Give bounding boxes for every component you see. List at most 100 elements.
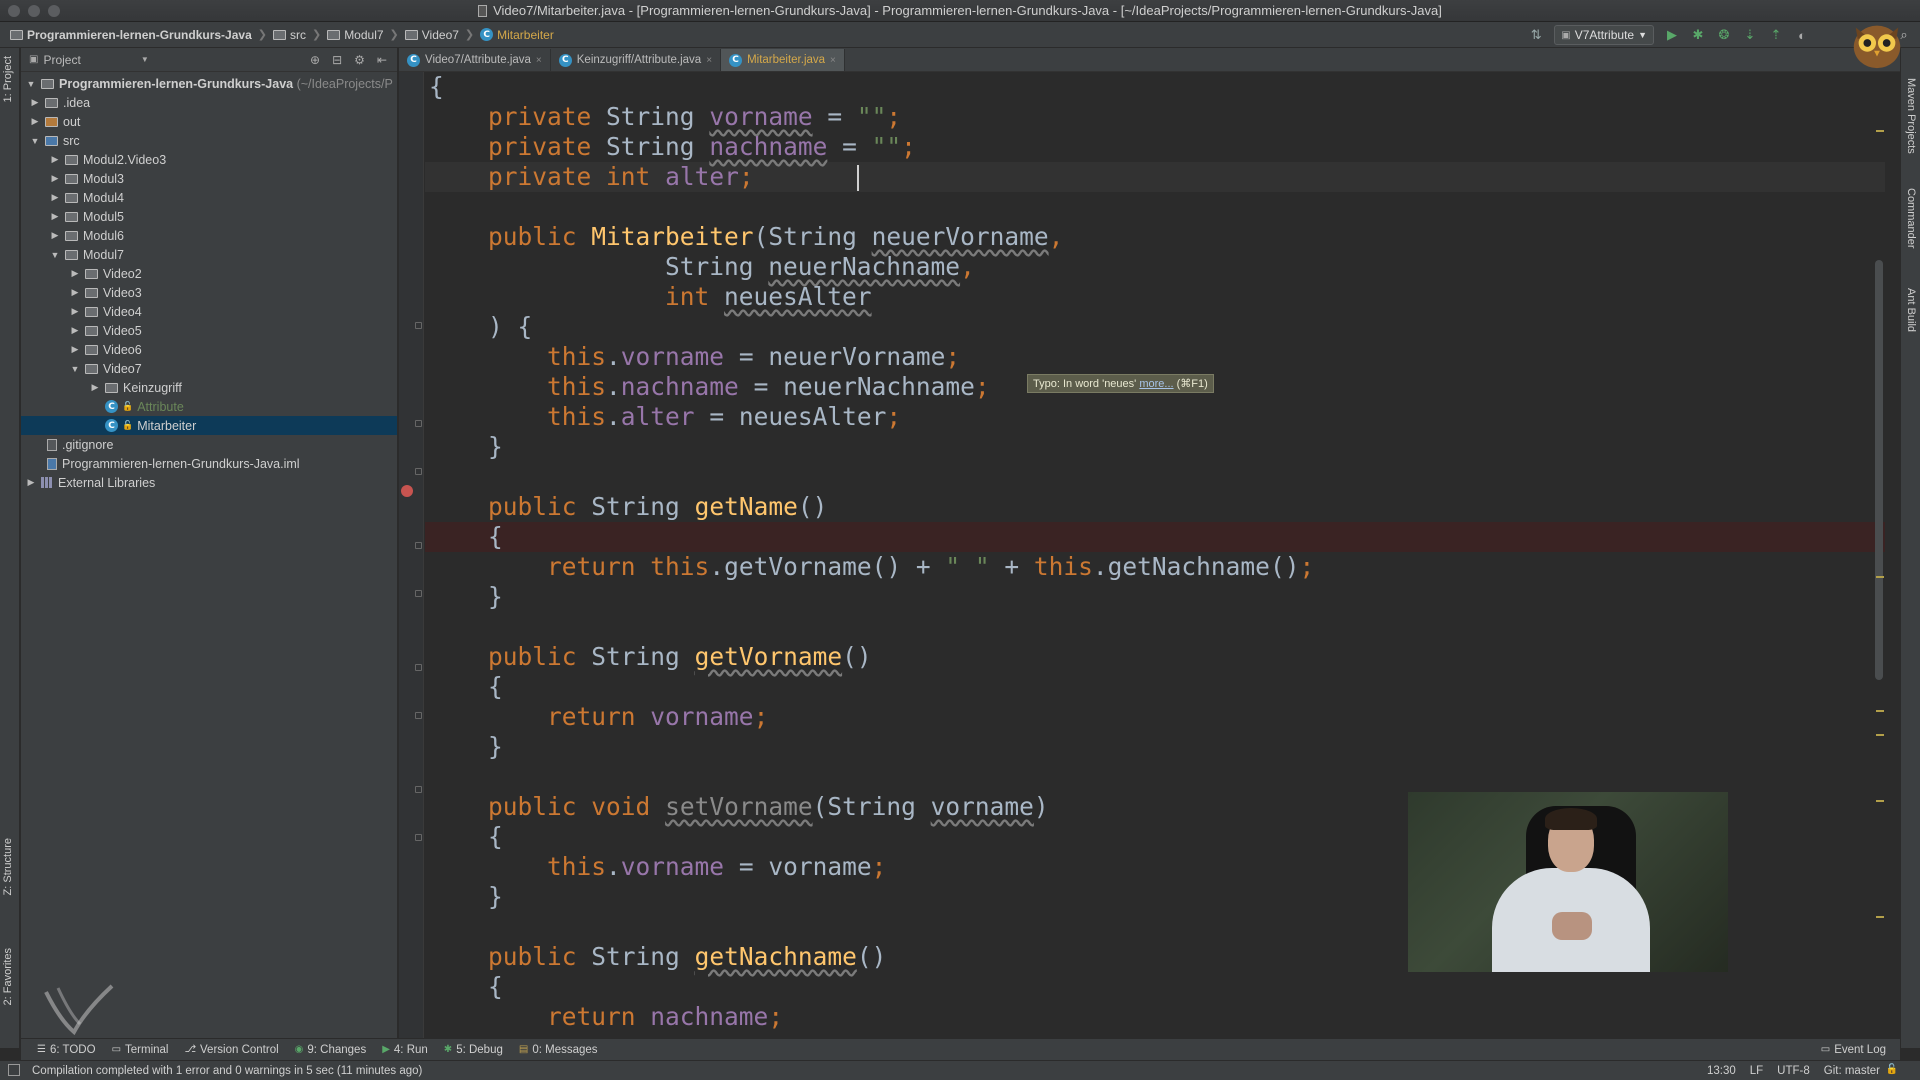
chevron-down-icon[interactable]: ▼: [25, 79, 37, 89]
tab-maven-projects[interactable]: Maven Projects: [1905, 78, 1917, 154]
chevron-right-icon[interactable]: ▶: [69, 306, 81, 317]
play-icon[interactable]: ▶: [1664, 27, 1680, 43]
close-icon[interactable]: ×: [830, 55, 836, 66]
tooltip-more-link[interactable]: more...: [1139, 378, 1173, 390]
fold-marker[interactable]: [415, 420, 422, 427]
tree-item-modul7[interactable]: ▼ Modul7: [21, 245, 397, 264]
line-separator[interactable]: LF: [1750, 1065, 1763, 1077]
collapse-all-icon[interactable]: ⊟: [332, 53, 342, 67]
run-configuration-selector[interactable]: ▣ V7Attribute ▼: [1554, 25, 1654, 45]
chevron-down-icon[interactable]: ▼: [141, 55, 149, 64]
scrollbar-thumb[interactable]: [1875, 260, 1883, 680]
caret-position[interactable]: 13:30: [1707, 1065, 1736, 1077]
fold-marker[interactable]: [415, 834, 422, 841]
warning-marker[interactable]: [1876, 710, 1884, 712]
tab-structure-tool[interactable]: Z: Structure: [2, 838, 14, 895]
tree-item-gitignore[interactable]: .gitignore: [21, 435, 397, 454]
hide-panel-icon[interactable]: ⇤: [377, 53, 387, 67]
close-icon[interactable]: ×: [706, 55, 712, 66]
breadcrumb-modul7[interactable]: Modul7: [327, 28, 384, 42]
chevron-down-icon[interactable]: ▼: [69, 364, 81, 374]
breadcrumb-src[interactable]: src: [272, 28, 306, 42]
vcs-update-icon[interactable]: ⇣: [1742, 27, 1758, 43]
fold-marker[interactable]: [415, 468, 422, 475]
fold-marker[interactable]: [415, 322, 422, 329]
tree-item-modul5[interactable]: ▶ Modul5: [21, 207, 397, 226]
tab-keinzugriff-attribute[interactable]: C Keinzugriff/Attribute.java ×: [551, 49, 722, 71]
tab-messages[interactable]: ▤ 0: Messages: [519, 1044, 598, 1056]
vcs-commit-icon[interactable]: ⇡: [1768, 27, 1784, 43]
chevron-down-icon[interactable]: ▼: [29, 136, 41, 146]
tab-mitarbeiter[interactable]: C Mitarbeiter.java ×: [721, 49, 845, 71]
breadcrumb-mitarbeiter[interactable]: C Mitarbeiter: [480, 28, 554, 42]
breadcrumb-video7[interactable]: Video7: [404, 28, 459, 42]
tree-item-src[interactable]: ▼ src: [21, 131, 397, 150]
chevron-right-icon[interactable]: ▶: [49, 230, 61, 241]
settings-icon[interactable]: ◐: [1794, 27, 1810, 43]
fold-marker[interactable]: [415, 542, 422, 549]
tree-item-mitarbeiter[interactable]: C 🔓 Mitarbeiter: [21, 416, 397, 435]
zoom-window-button[interactable]: [48, 5, 60, 17]
breadcrumb-project[interactable]: Programmieren-lernen-Grundkurs-Java: [10, 28, 252, 42]
close-window-button[interactable]: [8, 5, 20, 17]
tab-ant-build[interactable]: Ant Build: [1905, 288, 1917, 332]
git-branch[interactable]: Git: master: [1824, 1065, 1880, 1077]
warning-marker[interactable]: [1876, 800, 1884, 802]
window-controls[interactable]: [8, 5, 60, 17]
warning-marker[interactable]: [1876, 130, 1884, 132]
tab-project-tool[interactable]: 1: Project: [2, 56, 14, 102]
warning-marker[interactable]: [1876, 734, 1884, 736]
tree-item-iml[interactable]: Programmieren-lernen-Grundkurs-Java.iml: [21, 454, 397, 473]
tree-item-root[interactable]: ▼ Programmieren-lernen-Grundkurs-Java (~/…: [21, 74, 397, 93]
tab-favorites-tool[interactable]: 2: Favorites: [2, 948, 14, 1005]
tree-item-keinzugriff[interactable]: ▶ Keinzugriff: [21, 378, 397, 397]
tab-todo[interactable]: ☰ 6: TODO: [37, 1044, 96, 1056]
tree-item-external-libraries[interactable]: ▶ External Libraries: [21, 473, 397, 492]
tree-item-video4[interactable]: ▶ Video4: [21, 302, 397, 321]
tab-run[interactable]: ▶ 4: Run: [382, 1044, 428, 1056]
tree-item-modul6[interactable]: ▶ Modul6: [21, 226, 397, 245]
chevron-right-icon[interactable]: ▶: [29, 97, 41, 108]
tree-item-attribute[interactable]: C 🔓 Attribute: [21, 397, 397, 416]
breakpoint-icon[interactable]: [401, 485, 413, 497]
locate-icon[interactable]: ⊕: [310, 53, 320, 67]
chevron-right-icon[interactable]: ▶: [69, 325, 81, 336]
file-encoding[interactable]: UTF-8: [1777, 1065, 1810, 1077]
chevron-right-icon[interactable]: ▶: [89, 382, 101, 393]
tab-version-control[interactable]: ⎇ Version Control: [184, 1044, 278, 1056]
tree-item-video6[interactable]: ▶ Video6: [21, 340, 397, 359]
bug-icon[interactable]: ✱: [1690, 27, 1706, 43]
chevron-right-icon[interactable]: ▶: [49, 192, 61, 203]
tab-terminal[interactable]: ▭ Terminal: [112, 1044, 169, 1056]
build-icon[interactable]: ⇅: [1528, 27, 1544, 43]
editor-scrollbar[interactable]: [1874, 120, 1884, 1060]
project-view-selector[interactable]: Project: [43, 53, 80, 67]
status-message[interactable]: Compilation completed with 1 error and 0…: [32, 1065, 422, 1077]
tree-item-video3[interactable]: ▶ Video3: [21, 283, 397, 302]
fold-marker[interactable]: [415, 712, 422, 719]
minimize-window-button[interactable]: [28, 5, 40, 17]
chevron-right-icon[interactable]: ▶: [49, 154, 61, 165]
chevron-right-icon[interactable]: ▶: [69, 344, 81, 355]
event-log-button[interactable]: ▭ Event Log: [1821, 1044, 1886, 1056]
warning-marker[interactable]: [1876, 916, 1884, 918]
tree-item-modul2[interactable]: ▶ Modul2.Video3: [21, 150, 397, 169]
status-toggle-icon[interactable]: [8, 1064, 20, 1076]
warning-marker[interactable]: [1876, 576, 1884, 578]
tab-debug[interactable]: ✱ 5: Debug: [444, 1044, 503, 1056]
coverage-icon[interactable]: ❂: [1716, 27, 1732, 43]
tree-item-video2[interactable]: ▶ Video2: [21, 264, 397, 283]
tab-commander[interactable]: Commander: [1905, 188, 1917, 249]
editor-gutter[interactable]: [399, 72, 424, 1038]
close-icon[interactable]: ×: [536, 55, 542, 66]
fold-marker[interactable]: [415, 664, 422, 671]
tree-item-video5[interactable]: ▶ Video5: [21, 321, 397, 340]
chevron-right-icon[interactable]: ▶: [29, 116, 41, 127]
chevron-right-icon[interactable]: ▶: [49, 211, 61, 222]
fold-marker[interactable]: [415, 786, 422, 793]
gear-icon[interactable]: ⚙: [354, 53, 365, 67]
chevron-right-icon[interactable]: ▶: [25, 477, 37, 488]
tab-video7-attribute[interactable]: C Video7/Attribute.java ×: [399, 49, 551, 71]
tab-changes[interactable]: ◉ 9: Changes: [295, 1044, 367, 1056]
tree-item-idea[interactable]: ▶ .idea: [21, 93, 397, 112]
